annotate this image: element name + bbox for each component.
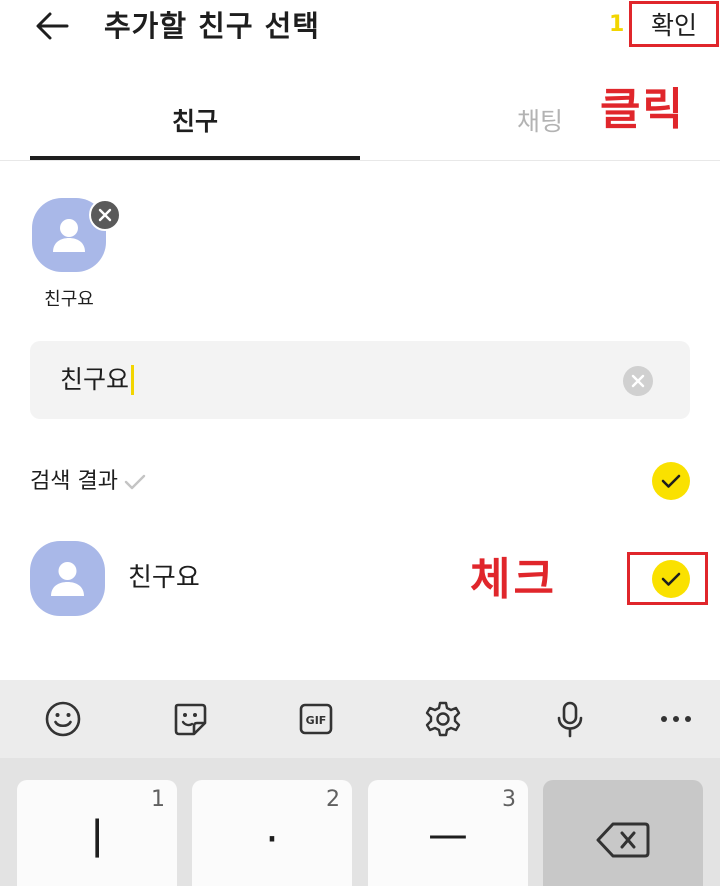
search-input-value: 친구요 [60,365,130,394]
microphone-icon [557,701,583,738]
settings-icon [425,701,461,737]
close-icon [98,208,112,222]
check-icon [124,474,146,490]
clear-search-button[interactable] [623,366,653,396]
annotation-click: 클릭 [600,84,685,135]
key-1[interactable]: 1 ㅣ [17,780,177,886]
arrow-left-icon [36,12,69,40]
gif-button[interactable]: GIF [286,680,346,758]
emoji-button[interactable] [33,680,93,758]
more-icon [661,716,691,722]
friend-avatar [30,541,105,616]
backspace-key[interactable] [543,780,703,886]
tab-friends[interactable]: 친구 [30,90,360,150]
friend-name: 친구요 [128,563,200,593]
confirm-button[interactable]: 확인 [629,1,719,47]
close-icon [631,374,645,388]
text-cursor [131,365,135,395]
check-icon [661,572,681,586]
friend-list-item[interactable] [0,532,720,624]
selected-count: 1 [609,12,625,37]
sticker-icon [174,703,207,736]
selected-friend-name: 친구요 [44,289,94,310]
key-glyph: · [265,814,279,865]
friend-checkbox[interactable] [652,560,690,598]
back-button[interactable] [30,6,74,46]
gif-icon: GIF [299,703,333,735]
search-results-header: 검색 결과 [30,466,146,498]
search-results-label: 검색 결과 [30,469,118,494]
sticker-button[interactable] [160,680,220,758]
person-icon [51,562,84,596]
annotation-check: 체크 [470,554,557,605]
key-2[interactable]: 2 · [192,780,352,886]
key-3[interactable]: 3 ㅡ [368,780,528,886]
page-title: 추가할 친구 선택 [104,9,320,43]
keyboard-toolbar: GIF [0,680,720,758]
select-all-checkbox[interactable] [652,462,690,500]
key-glyph: ㅣ [76,814,118,865]
remove-selected-button[interactable] [89,199,121,231]
search-input[interactable]: 친구요 [60,360,135,400]
divider [0,160,720,161]
gif-label: GIF [306,714,327,727]
key-glyph: ㅡ [427,814,469,865]
voice-input-button[interactable] [540,680,600,758]
emoji-icon [45,701,81,737]
backspace-icon [596,822,650,858]
check-icon [661,474,681,488]
more-button[interactable] [646,680,706,758]
settings-button[interactable] [413,680,473,758]
